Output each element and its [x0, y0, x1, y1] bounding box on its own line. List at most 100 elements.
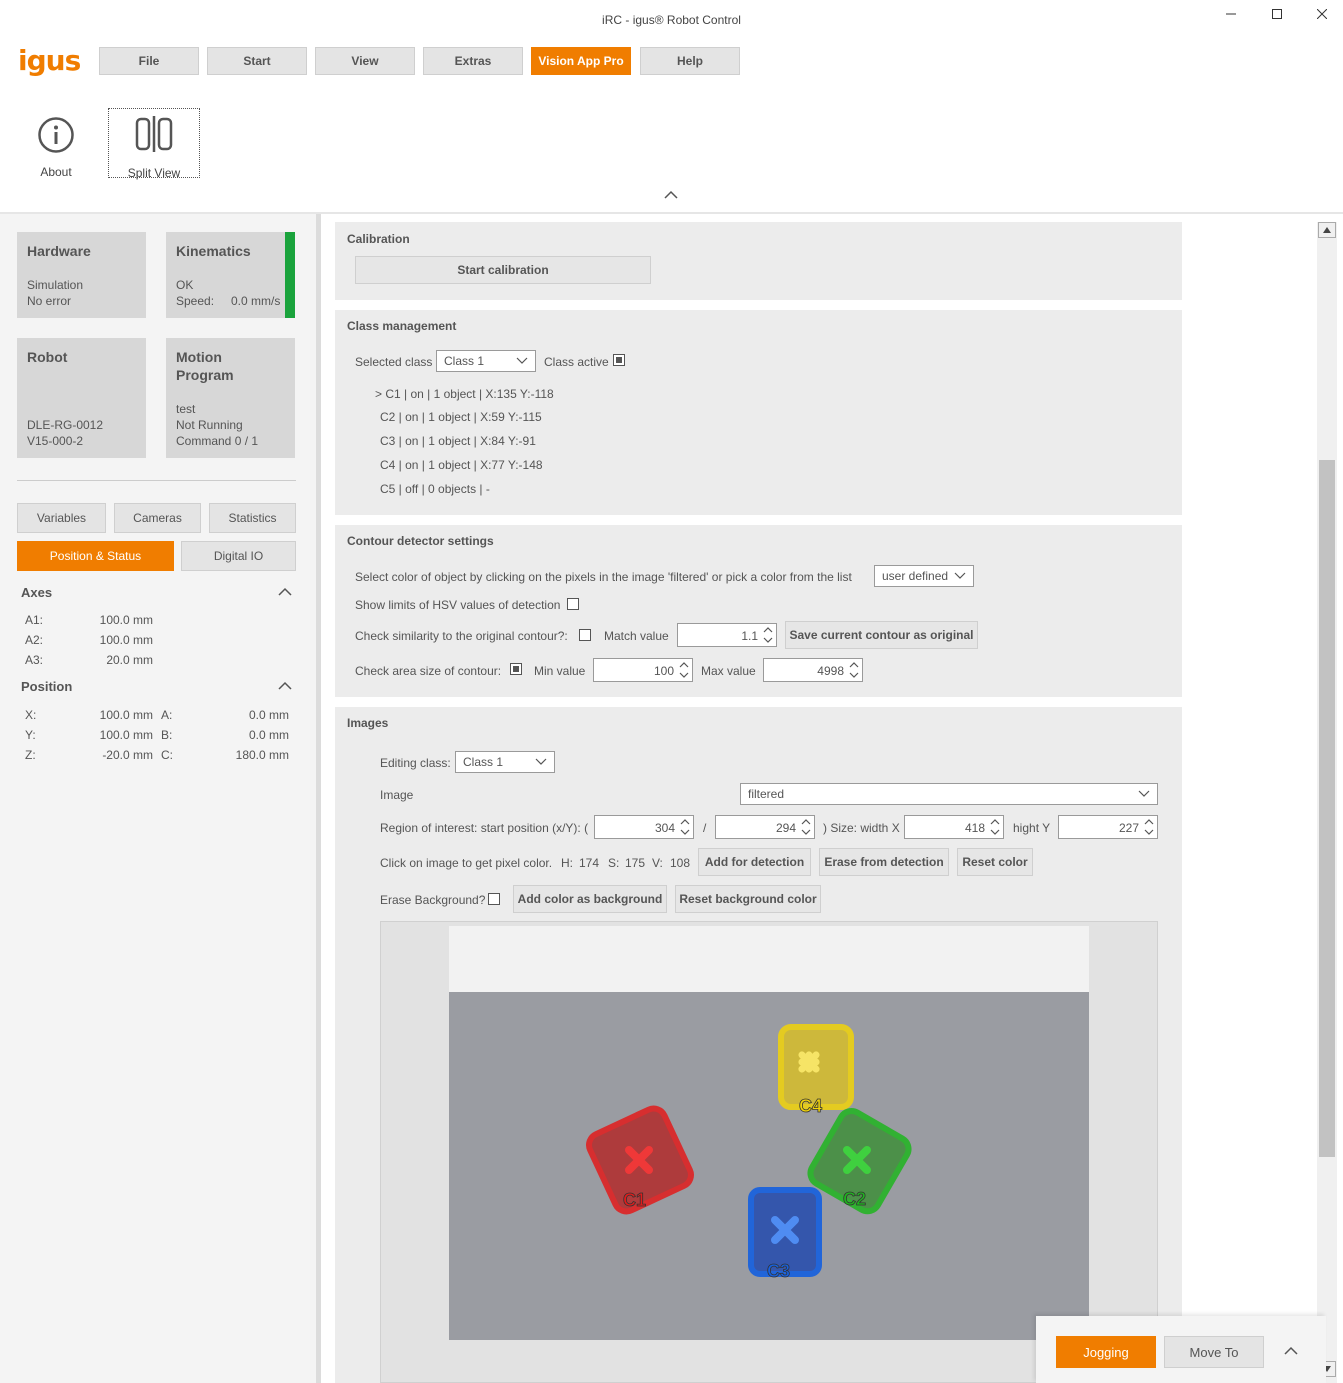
class-active-checkbox[interactable] — [613, 354, 625, 366]
add-background-button[interactable]: Add color as background — [513, 885, 667, 913]
save-contour-button[interactable]: Save current contour as original — [785, 621, 978, 649]
split-view-label: Split View — [127, 166, 181, 180]
image-type-dropdown[interactable]: filtered — [740, 783, 1158, 805]
position-value: 0.0 mm — [248, 728, 289, 742]
saturation-value: 175 — [625, 856, 646, 870]
menu-vision-app-pro[interactable]: Vision App Pro — [531, 47, 631, 75]
jogging-button[interactable]: Jogging — [1056, 1336, 1156, 1368]
axis-label: A1: — [25, 613, 44, 627]
image-top-margin — [449, 926, 1089, 992]
area-size-label: Check area size of contour: — [355, 664, 502, 678]
color-preset-dropdown[interactable]: user defined — [874, 565, 974, 587]
object-c3: C3 — [748, 1187, 822, 1281]
chevron-down-icon — [535, 758, 547, 765]
close-button[interactable] — [1299, 4, 1343, 24]
similarity-checkbox[interactable] — [579, 629, 591, 641]
position-collapse-icon[interactable] — [278, 681, 292, 691]
tab-variables[interactable]: Variables — [17, 503, 106, 533]
scroll-up-button[interactable] — [1318, 222, 1336, 238]
menu-extras[interactable]: Extras — [423, 47, 523, 75]
start-calibration-button[interactable]: Start calibration — [355, 256, 651, 284]
menu-help[interactable]: Help — [640, 47, 740, 75]
class-list-item[interactable]: C3 | on | 1 object | X:84 Y:-91 — [380, 434, 536, 448]
erase-background-checkbox[interactable] — [488, 893, 500, 905]
add-for-detection-button[interactable]: Add for detection — [698, 848, 811, 876]
menu-file[interactable]: File — [99, 47, 199, 75]
hardware-error: No error — [27, 294, 72, 308]
maximize-button[interactable] — [1254, 4, 1300, 24]
selected-class-dropdown[interactable]: Class 1 — [436, 350, 536, 372]
about-button[interactable]: About — [10, 110, 102, 179]
width-stepper[interactable]: 418 — [904, 815, 1004, 839]
object-label: C2 — [843, 1189, 866, 1209]
selected-class-value: Class 1 — [444, 354, 485, 368]
position-label: Y: — [25, 728, 36, 742]
position-value: 180.0 mm — [235, 748, 289, 762]
axis-value: 100.0 mm — [99, 633, 153, 647]
jog-bar: Jogging Move To — [1036, 1316, 1326, 1383]
scroll-thumb[interactable] — [1319, 460, 1335, 1157]
match-value-stepper[interactable]: 1.1 — [677, 623, 777, 647]
axis-label: A3: — [25, 653, 44, 667]
collapse-ribbon-icon[interactable] — [664, 190, 678, 200]
erase-from-detection-button[interactable]: Erase from detection — [819, 848, 949, 876]
tab-statistics[interactable]: Statistics — [209, 503, 296, 533]
reset-background-button[interactable]: Reset background color — [675, 885, 821, 913]
tab-digital-io[interactable]: Digital IO — [181, 541, 296, 571]
hsv-limits-label: Show limits of HSV values of detection — [355, 598, 561, 612]
object-label: C1 — [623, 1190, 646, 1210]
kinematics-title: Kinematics — [176, 243, 251, 259]
motion-program-state: Not Running — [176, 418, 243, 432]
expand-jog-icon[interactable] — [1284, 1346, 1298, 1356]
move-to-button[interactable]: Move To — [1164, 1336, 1264, 1368]
image-background — [449, 992, 1089, 1340]
tab-position-status[interactable]: Position & Status — [17, 541, 174, 571]
size-label: ) Size: width X — [823, 821, 900, 835]
position-label: C: — [161, 748, 173, 762]
roi-x-stepper[interactable]: 304 — [594, 815, 694, 839]
camera-image[interactable]: C4 C2 C1 C3 — [449, 992, 1089, 1340]
position-value: 0.0 mm — [248, 708, 289, 722]
stepper-arrows-icon — [763, 627, 773, 643]
object-c4: C4 — [778, 1024, 854, 1116]
class-list-item[interactable]: C5 | off | 0 objects | - — [380, 482, 490, 496]
height-stepper[interactable]: 227 — [1058, 815, 1158, 839]
position-value: 100.0 mm — [99, 708, 153, 722]
class-management-panel: Class management Selected class Class 1 … — [335, 310, 1182, 515]
hsv-limits-checkbox[interactable] — [567, 598, 579, 610]
class-list-item[interactable]: C2 | on | 1 object | X:59 Y:-115 — [380, 410, 542, 424]
min-value-label: Min value — [534, 664, 586, 678]
split-view-button[interactable]: Split View — [108, 108, 200, 180]
menu-view[interactable]: View — [315, 47, 415, 75]
left-separator — [17, 480, 296, 481]
main-scrollbar[interactable] — [1317, 222, 1337, 1383]
class-list-item[interactable]: C4 | on | 1 object | X:77 Y:-148 — [380, 458, 543, 472]
tab-cameras[interactable]: Cameras — [114, 503, 201, 533]
maximize-icon — [1272, 9, 1282, 19]
min-value-stepper[interactable]: 100 — [593, 658, 693, 682]
image-type-value: filtered — [748, 787, 785, 801]
info-icon — [38, 117, 74, 153]
images-panel: Images Editing class: Class 1 Image filt… — [335, 707, 1182, 1383]
reset-color-button[interactable]: Reset color — [957, 848, 1033, 876]
roi-y-stepper[interactable]: 294 — [715, 815, 815, 839]
kinematics-tile[interactable]: Kinematics OK Speed: 0.0 mm/s — [166, 232, 295, 318]
area-size-checkbox[interactable] — [510, 663, 522, 675]
height-label: hight Y — [1013, 821, 1051, 835]
max-value-stepper[interactable]: 4998 — [763, 658, 863, 682]
selected-class-label: Selected class — [355, 355, 433, 369]
minimize-button[interactable] — [1208, 4, 1254, 24]
hardware-tile[interactable]: Hardware Simulation No error — [17, 232, 146, 318]
menu-start[interactable]: Start — [207, 47, 307, 75]
robot-model: DLE-RG-0012 — [27, 418, 104, 432]
robot-tile[interactable]: Robot DLE-RG-0012 V15-000-2 — [17, 338, 146, 458]
motion-program-tile[interactable]: Motion Program test Not Running Command … — [166, 338, 295, 458]
max-value: 4998 — [817, 664, 844, 678]
editing-class-dropdown[interactable]: Class 1 — [455, 751, 555, 773]
position-label: A: — [161, 708, 173, 722]
title-bar: iRC - igus® Robot Control — [0, 0, 1343, 40]
chevron-down-icon — [1138, 790, 1150, 797]
class-list-item[interactable]: > C1 | on | 1 object | X:135 Y:-118 — [375, 387, 554, 401]
axes-heading: Axes — [21, 585, 53, 600]
axes-collapse-icon[interactable] — [278, 587, 292, 597]
